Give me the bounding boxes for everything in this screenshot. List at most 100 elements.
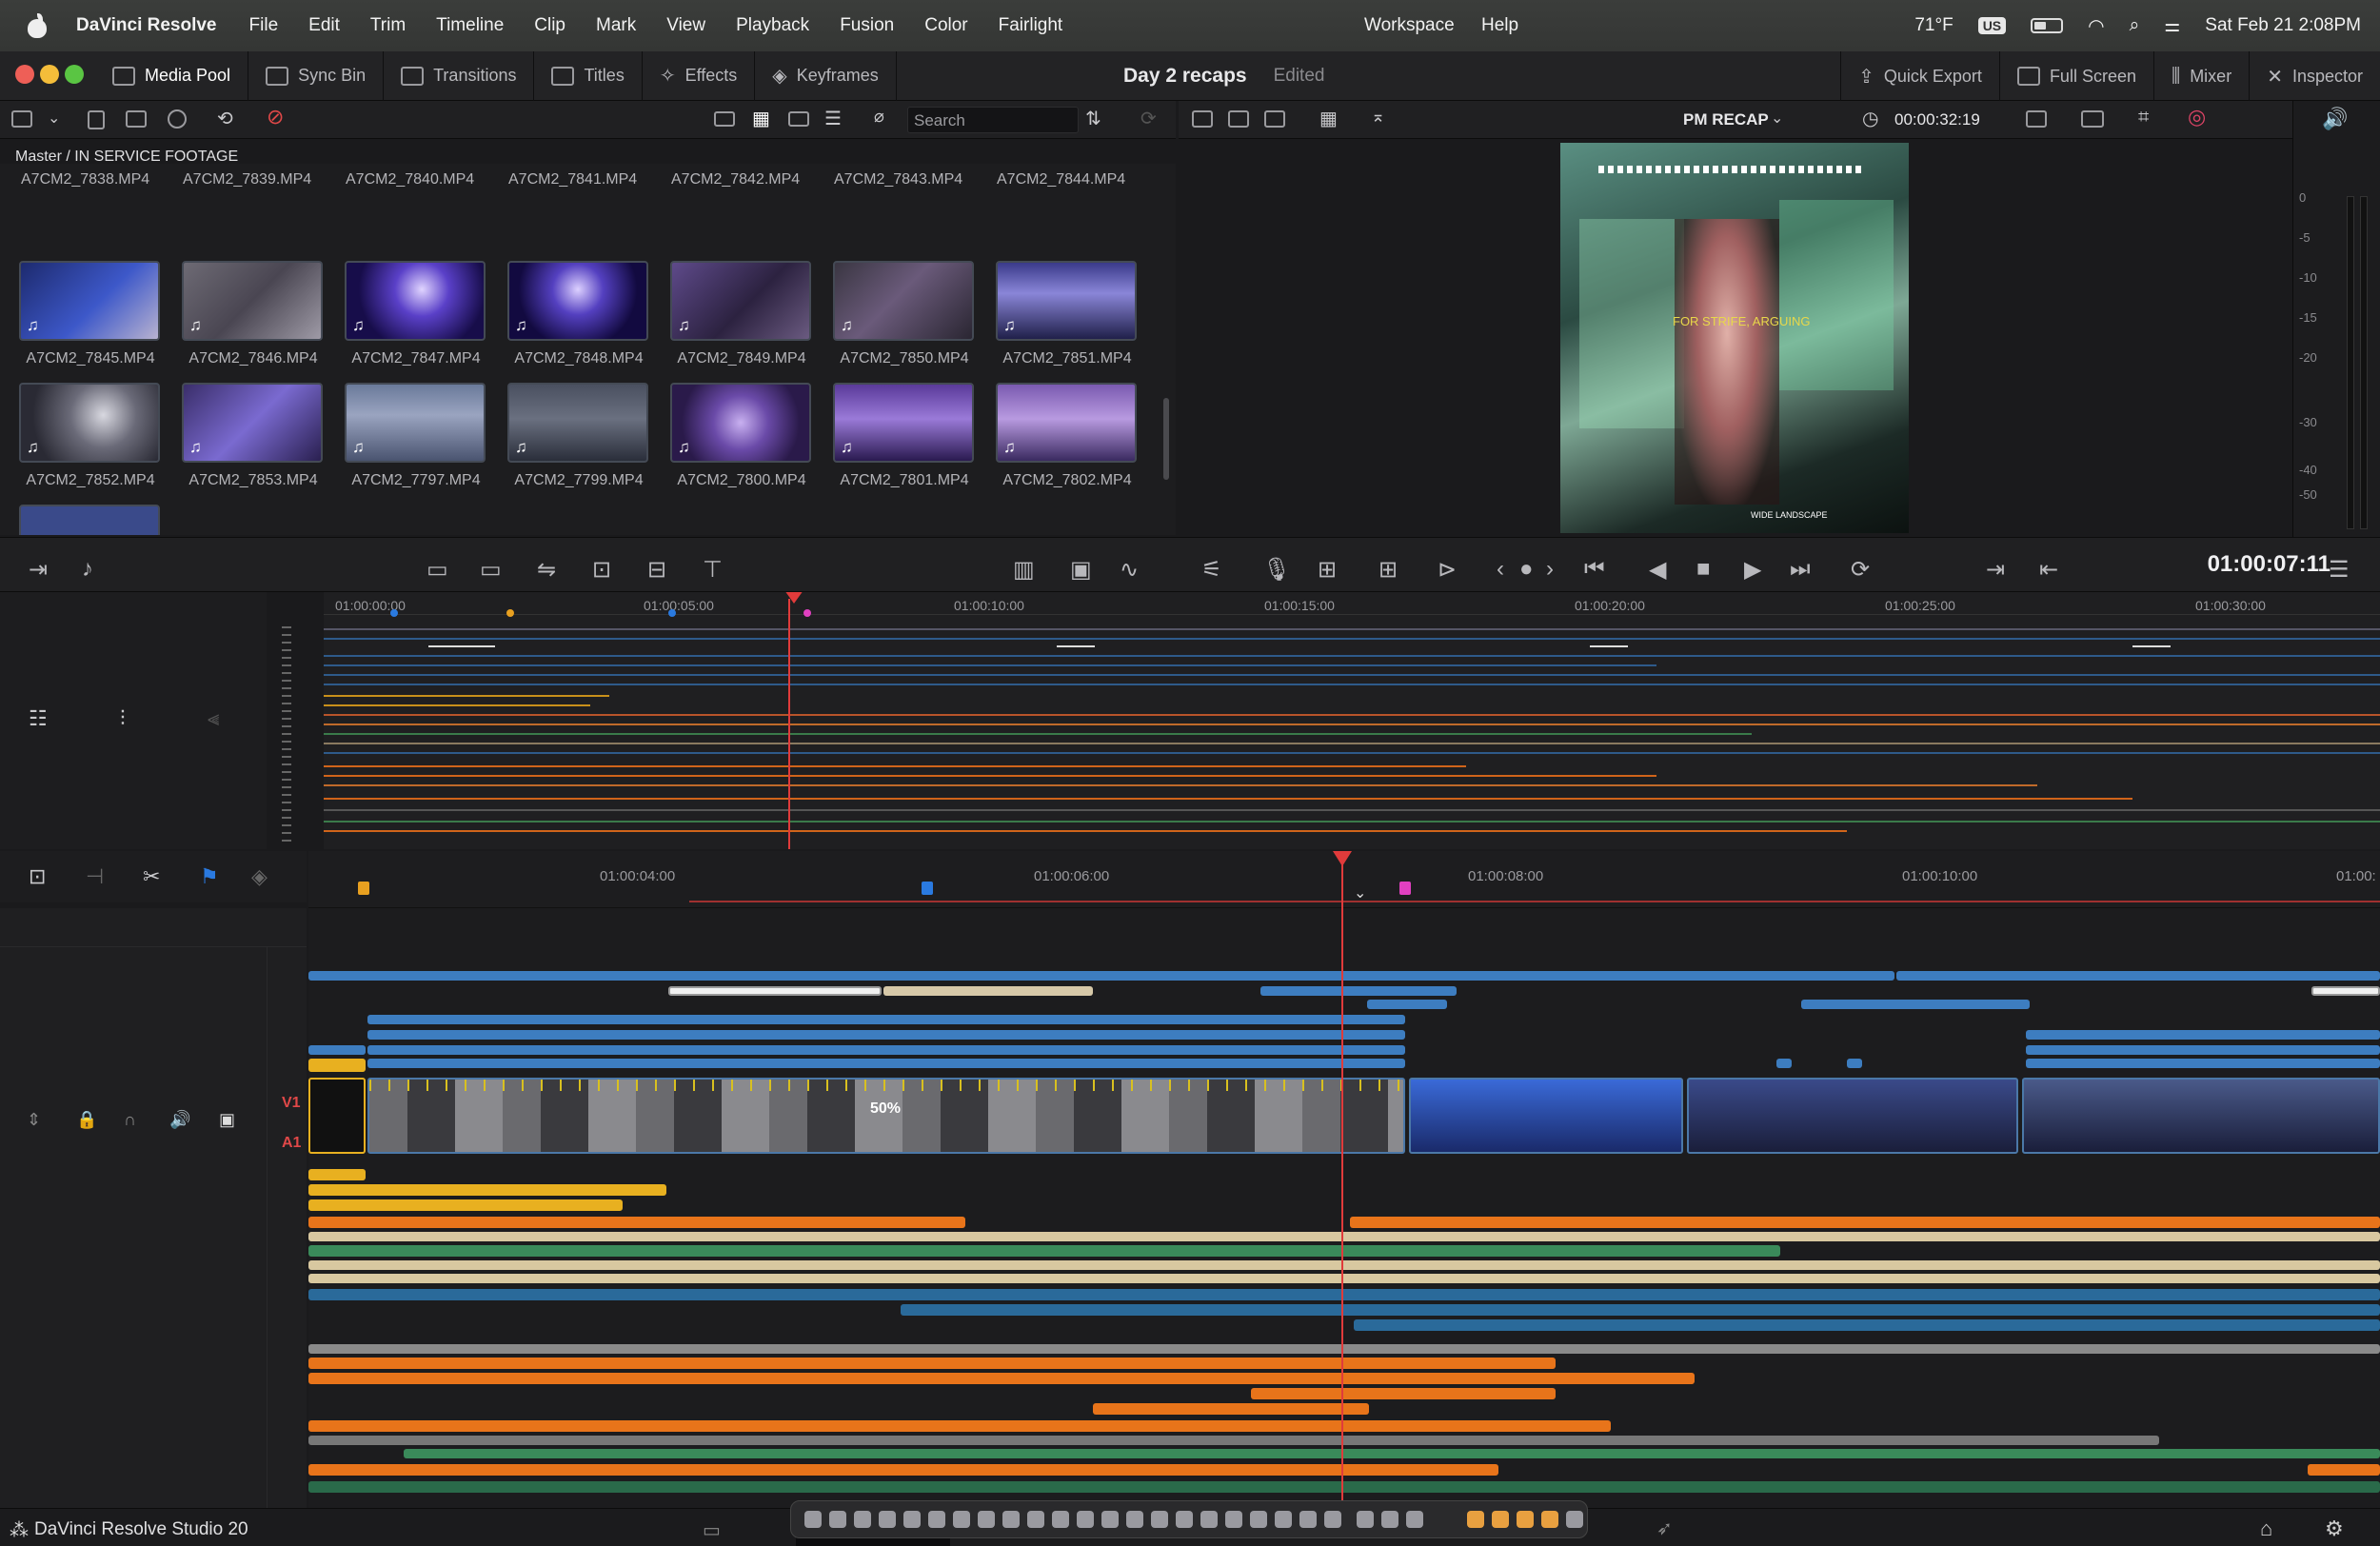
menu-mark[interactable]: Mark xyxy=(596,15,636,36)
control-center-icon[interactable]: ⚌ xyxy=(2164,15,2180,37)
source-overwrite-icon[interactable]: ⊤ xyxy=(703,556,723,584)
video-clip-bar[interactable] xyxy=(1776,1059,1792,1068)
audio-clip-bar[interactable] xyxy=(308,1260,2380,1270)
dock-app-icon[interactable] xyxy=(1200,1511,1218,1528)
sync-bin-button[interactable]: Sync Bin xyxy=(248,50,385,101)
reverse-play-icon[interactable]: ◀ xyxy=(1649,556,1666,584)
audio-clip-bar[interactable] xyxy=(308,1358,1556,1369)
upper-ruler[interactable] xyxy=(324,592,2380,615)
video-clip-bar[interactable] xyxy=(367,1045,1405,1055)
video-clip-bar[interactable] xyxy=(2026,1030,2380,1040)
dock-app-icon[interactable] xyxy=(1077,1511,1094,1528)
audio-clip-bar[interactable] xyxy=(308,1464,1498,1476)
media-clip-tile[interactable]: ♫ A7CM2_7850.MP4 xyxy=(833,261,976,367)
folder-icon[interactable] xyxy=(1467,1511,1484,1528)
lower-playhead[interactable] xyxy=(1341,856,1343,1508)
video-clip-bar[interactable] xyxy=(2026,1059,2380,1068)
chevron-down-icon[interactable]: ⌄ xyxy=(48,109,60,128)
new-bin-icon[interactable] xyxy=(126,110,147,128)
menu-fairlight[interactable]: Fairlight xyxy=(999,15,1063,36)
stop-icon[interactable]: ■ xyxy=(1696,556,1711,583)
menu-view[interactable]: View xyxy=(666,15,705,36)
dock-app-icon[interactable] xyxy=(978,1511,995,1528)
audio-clip-bar[interactable] xyxy=(308,1184,666,1196)
selection-mode-icon[interactable]: ⊡ xyxy=(29,864,46,889)
marker-orange[interactable] xyxy=(506,609,514,617)
upper-playhead[interactable] xyxy=(788,599,790,849)
trash-icon[interactable] xyxy=(1566,1511,1583,1528)
minimize-window-button[interactable] xyxy=(40,65,59,84)
media-clip-tile[interactable]: ♫ A7CM2_7853.MP4 xyxy=(182,383,325,489)
v1-clip[interactable] xyxy=(1409,1078,1683,1154)
mixer-toggle-icon[interactable]: ▥ xyxy=(1013,556,1035,584)
app-menu[interactable]: DaVinci Resolve xyxy=(76,15,217,36)
audio-clip-bar[interactable] xyxy=(1350,1217,2380,1228)
audio-clip-bar[interactable] xyxy=(308,1232,2380,1241)
transitions-button[interactable]: Transitions xyxy=(384,50,535,101)
dock-app-icon[interactable] xyxy=(1126,1511,1143,1528)
timeline-view-options-icon[interactable]: ☷ xyxy=(29,706,48,731)
dock-app-icon[interactable] xyxy=(1225,1511,1242,1528)
inspector-button[interactable]: ✕ Inspector xyxy=(2250,51,2380,101)
media-clip-tile[interactable]: ♫ A7CM2_7848.MP4 xyxy=(507,261,650,367)
menu-fusion[interactable]: Fusion xyxy=(840,15,894,36)
pin-icon[interactable]: ⌅ xyxy=(1371,107,1385,127)
grid-view-icon[interactable]: ▦ xyxy=(1319,107,1338,130)
battery-icon[interactable] xyxy=(2031,18,2064,33)
menu-file[interactable]: File xyxy=(249,15,279,36)
timeline-selector[interactable]: PM RECAP xyxy=(1683,110,1769,129)
v1-clip-speed[interactable]: 50% xyxy=(367,1078,1405,1154)
video-clip-bar[interactable] xyxy=(367,1030,1405,1040)
v1-clip[interactable] xyxy=(308,1078,366,1154)
match-frame-icon[interactable]: ⊳ xyxy=(1438,556,1457,584)
media-pool-button[interactable]: Media Pool xyxy=(95,50,249,101)
refresh-icon[interactable]: ⟳ xyxy=(1140,107,1157,130)
audio-clip-bar[interactable] xyxy=(404,1449,2380,1458)
lock-icon[interactable]: 🔒 xyxy=(76,1110,97,1130)
settings-sliders-icon[interactable]: ⚟ xyxy=(1201,556,1222,584)
video-clip-bar[interactable] xyxy=(367,1059,1405,1068)
menu-trim[interactable]: Trim xyxy=(370,15,406,36)
sort-icon[interactable]: ⇅ xyxy=(1085,107,1101,130)
keyframes-button[interactable]: ◈ Keyframes xyxy=(755,50,897,101)
v1-track-label[interactable]: V1 xyxy=(282,1095,301,1112)
marker-magenta[interactable] xyxy=(803,609,811,617)
list-view-icon[interactable]: ☰ xyxy=(824,107,842,130)
link-icon[interactable]: ⊘ xyxy=(267,105,284,129)
prev-nav-icon[interactable]: ‹ xyxy=(1497,556,1504,583)
speaker-icon[interactable]: 🔊 xyxy=(2322,107,2348,131)
close-window-button[interactable] xyxy=(15,65,34,84)
video-track-toggle-icon[interactable]: ▣ xyxy=(219,1110,235,1130)
go-to-start-icon[interactable]: ⏮ xyxy=(1584,556,1605,583)
media-clip-tile[interactable]: ♫ A7CM2_7799.MP4 xyxy=(507,383,650,489)
audio-clip-bar[interactable] xyxy=(308,1420,1611,1432)
weather-status[interactable]: 71°F xyxy=(1914,15,1953,36)
video-clip-bar[interactable] xyxy=(1801,1000,2030,1009)
spotlight-search-icon[interactable]: ⌕ xyxy=(2130,15,2140,36)
dock-app-icon[interactable] xyxy=(1381,1511,1398,1528)
audio-append-icon[interactable]: ♪ xyxy=(82,556,93,583)
media-page-icon[interactable]: ▭ xyxy=(703,1518,721,1542)
ripple-overwrite-icon[interactable]: ⇋ xyxy=(537,556,556,584)
marker-orange[interactable] xyxy=(358,882,369,895)
upper-zoom-slider[interactable] xyxy=(282,626,291,842)
media-clip-tile[interactable]: ♫ A7CM2_7845.MP4 xyxy=(19,261,162,367)
dock-app-icon[interactable] xyxy=(879,1511,896,1528)
media-clip-tile[interactable]: ♫ A7CM2_7802.MP4 xyxy=(996,383,1139,489)
audio-clip-bar[interactable] xyxy=(1093,1403,1369,1415)
dock-app-icon[interactable] xyxy=(903,1511,921,1528)
menu-timeline[interactable]: Timeline xyxy=(436,15,504,36)
audio-clip-bar[interactable] xyxy=(308,1274,2380,1283)
video-clip-bar[interactable] xyxy=(1896,971,2380,981)
audio-clip-bar[interactable] xyxy=(308,1344,2380,1354)
sync-icon[interactable]: ⟲ xyxy=(217,107,233,130)
dock-app-icon[interactable] xyxy=(1406,1511,1423,1528)
dock-app-icon[interactable] xyxy=(1151,1511,1168,1528)
menu-playback[interactable]: Playback xyxy=(736,15,809,36)
media-clip-tile[interactable]: ♫ A7CM2_7801.MP4 xyxy=(833,383,976,489)
home-icon[interactable]: ⌂ xyxy=(2260,1516,2272,1541)
speaker-icon[interactable]: 🔊 xyxy=(169,1110,190,1130)
input-source-badge[interactable]: US xyxy=(1977,17,2007,34)
marker-blue[interactable] xyxy=(390,609,398,617)
blade-icon[interactable]: ✂ xyxy=(143,864,160,889)
